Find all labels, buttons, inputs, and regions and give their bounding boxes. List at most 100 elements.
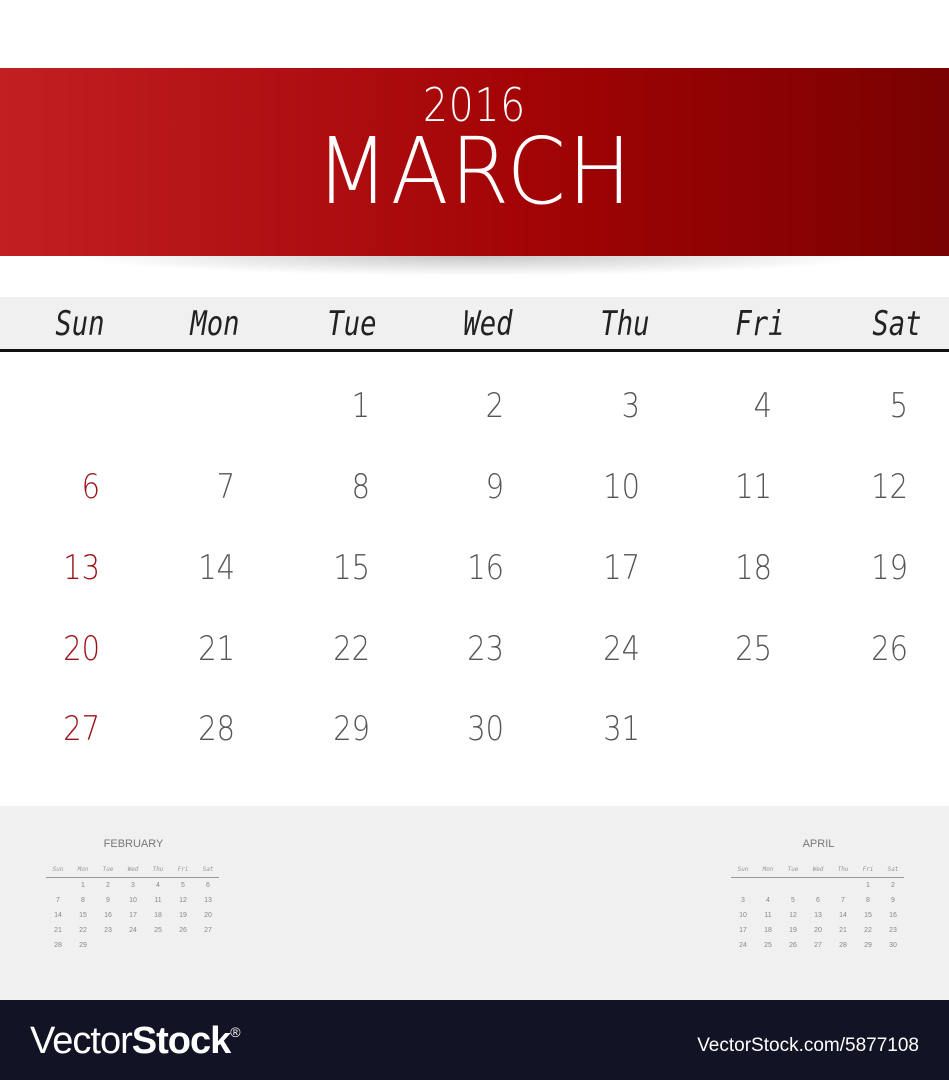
mini-day-cell-19: 19 [789,927,797,934]
mini-day-cell-29: 29 [864,942,872,949]
mini-weekday-fri: Fri [862,866,874,873]
mini-weekday-sat: Sat [202,866,214,873]
mini-day-cell-15: 15 [864,912,872,919]
mini-day-cell-27: 27 [204,927,212,934]
day-cell-12[interactable]: 12 [823,467,908,507]
mini-day-cell-13: 13 [204,897,212,904]
mini-weekday-sat: Sat [887,866,899,873]
mini-day-cell-1: 1 [81,882,85,889]
mini-weekday-wed: Wed [812,866,824,873]
weekday-tue: Tue [327,304,377,344]
mini-day-cell-7: 7 [841,897,845,904]
mini-day-cell-6: 6 [206,882,210,889]
day-cell-7[interactable]: 7 [150,467,235,507]
month-title: MARCH [315,118,634,225]
day-cell-3[interactable]: 3 [555,386,640,426]
day-cell-15[interactable]: 15 [285,548,370,588]
day-cell-28[interactable]: 28 [150,709,235,749]
mini-day-cell-9: 9 [891,897,895,904]
day-cell-27[interactable]: 27 [15,709,100,749]
day-cell-17[interactable]: 17 [555,548,640,588]
day-cell-23[interactable]: 23 [419,629,504,669]
mini-day-cell-20: 20 [204,912,212,919]
mini-day-cell-30: 30 [889,942,897,949]
mini-weekday-mon: Mon [762,866,774,873]
day-cell-5[interactable]: 5 [823,386,908,426]
mini-day-cell-16: 16 [889,912,897,919]
day-cell-8[interactable]: 8 [285,467,370,507]
day-cell-13[interactable]: 13 [15,548,100,588]
mini-day-cell-5: 5 [791,897,795,904]
mini-day-cell-20: 20 [814,927,822,934]
mini-day-cell-8: 8 [866,897,870,904]
mini-day-cell-17: 17 [739,927,747,934]
mini-day-cell-18: 18 [764,927,772,934]
mini-calendar-title: APRIL [802,838,835,850]
mini-day-cell-14: 14 [54,912,62,919]
mini-day-cell-23: 23 [889,927,897,934]
mini-day-cell-2: 2 [891,882,895,889]
mini-weekday-wed: Wed [127,866,139,873]
day-cell-26[interactable]: 26 [823,629,908,669]
day-cell-22[interactable]: 22 [285,629,370,669]
brand-logo-bold: Stock [131,1020,231,1062]
mini-day-cell-5: 5 [181,882,185,889]
day-cell-9[interactable]: 9 [419,467,504,507]
mini-day-cell-24: 24 [129,927,137,934]
mini-day-cell-21: 21 [54,927,62,934]
mini-day-cell-11: 11 [764,912,772,919]
mini-day-cell-28: 28 [54,942,62,949]
mini-day-cell-22: 22 [864,927,872,934]
mini-calendar-title: FEBRUARY [103,838,164,850]
mini-weekday-sun: Sun [737,866,749,873]
mini-day-cell-8: 8 [81,897,85,904]
mini-calendar-divider [46,877,219,878]
day-cell-4[interactable]: 4 [687,386,772,426]
footer-url: VectorStock.com/5877108 [697,1035,919,1056]
day-cell-18[interactable]: 18 [687,548,772,588]
mini-day-cell-29: 29 [79,942,87,949]
day-cell-14[interactable]: 14 [150,548,235,588]
weekday-sun: Sun [55,304,105,344]
day-cell-10[interactable]: 10 [555,467,640,507]
mini-day-cell-10: 10 [129,897,137,904]
mini-weekday-fri: Fri [177,866,189,873]
banner-shadow [0,256,949,284]
day-cell-31[interactable]: 31 [555,709,640,749]
mini-day-cell-24: 24 [739,942,747,949]
mini-weekday-tue: Tue [787,866,799,873]
mini-day-cell-15: 15 [79,912,87,919]
day-cell-11[interactable]: 11 [687,467,772,507]
day-cell-24[interactable]: 24 [555,629,640,669]
day-cell-21[interactable]: 21 [150,629,235,669]
mini-day-cell-14: 14 [839,912,847,919]
day-cell-29[interactable]: 29 [285,709,370,749]
mini-day-cell-7: 7 [56,897,60,904]
mini-day-cell-26: 26 [789,942,797,949]
day-cell-30[interactable]: 30 [419,709,504,749]
mini-weekday-thu: Thu [152,866,164,873]
weekday-wed: Wed [463,304,513,344]
mini-day-cell-4: 4 [156,882,160,889]
mini-day-cell-3: 3 [131,882,135,889]
day-cell-1[interactable]: 1 [285,386,370,426]
mini-day-cell-1: 1 [866,882,870,889]
mini-day-cell-4: 4 [766,897,770,904]
mini-weekday-sun: Sun [52,866,64,873]
mini-day-cell-12: 12 [789,912,797,919]
mini-day-cell-26: 26 [179,927,187,934]
mini-day-cell-18: 18 [154,912,162,919]
mini-day-cell-16: 16 [104,912,112,919]
mini-day-cell-21: 21 [839,927,847,934]
mini-day-cell-2: 2 [106,882,110,889]
day-cell-25[interactable]: 25 [687,629,772,669]
day-cell-20[interactable]: 20 [15,629,100,669]
mini-day-cell-27: 27 [814,942,822,949]
mini-day-cell-12: 12 [179,897,187,904]
day-cell-19[interactable]: 19 [823,548,908,588]
day-cell-6[interactable]: 6 [15,467,100,507]
day-cell-16[interactable]: 16 [419,548,504,588]
mini-day-cell-10: 10 [739,912,747,919]
mini-day-cell-17: 17 [129,912,137,919]
day-cell-2[interactable]: 2 [419,386,504,426]
